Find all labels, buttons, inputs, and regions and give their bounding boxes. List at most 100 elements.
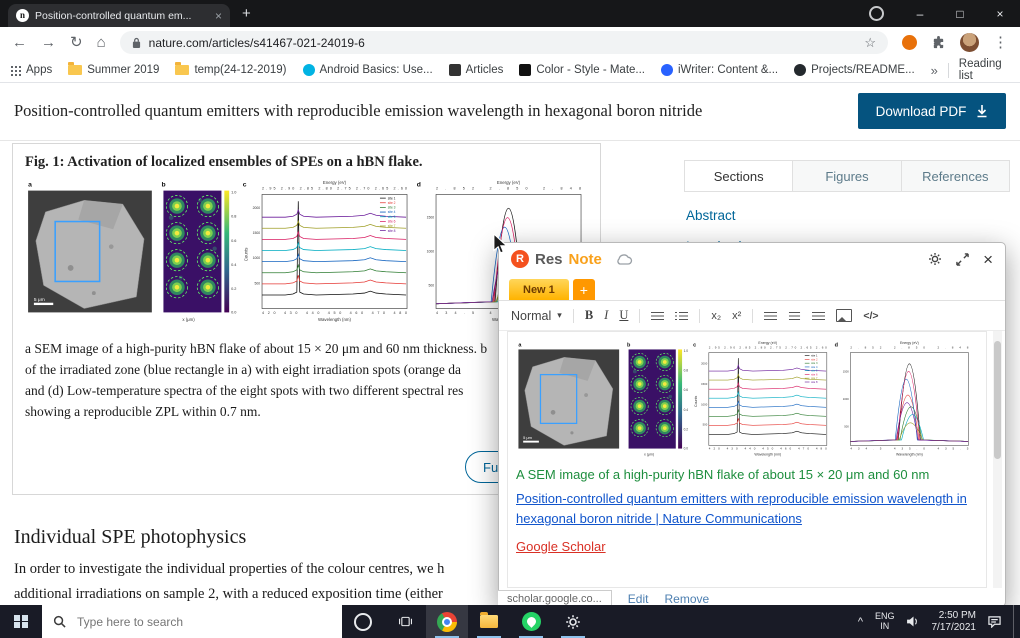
- sidebar-link-abstract[interactable]: Abstract: [686, 208, 1010, 223]
- close-icon[interactable]: ×: [983, 251, 993, 268]
- download-pdf-button[interactable]: Download PDF: [858, 93, 1006, 129]
- tab-title: Position-controlled quantum em...: [35, 9, 192, 22]
- start-button[interactable]: [0, 605, 42, 638]
- align-right-button[interactable]: [812, 311, 826, 321]
- language-indicator[interactable]: ENG IN: [875, 611, 895, 631]
- google-scholar-link[interactable]: Google Scholar: [516, 539, 606, 554]
- scrollbar-thumb[interactable]: [994, 341, 1001, 459]
- bold-button[interactable]: B: [585, 308, 593, 323]
- address-bar[interactable]: nature.com/articles/s41467-021-24019-6 ☆: [119, 31, 888, 54]
- tab-figures[interactable]: Figures: [792, 161, 901, 191]
- taskbar-search[interactable]: [42, 605, 342, 638]
- article-link[interactable]: Position-controlled quantum emitters wit…: [516, 489, 968, 529]
- resnote-header[interactable]: R Res Note ×: [499, 243, 1005, 275]
- bookmark-folder[interactable]: temp(24-12-2019): [175, 62, 287, 76]
- resnote-brand: Res: [535, 250, 563, 268]
- align-center-button[interactable]: [789, 311, 801, 321]
- file-explorer-icon: [480, 612, 498, 628]
- window-close-button[interactable]: ×: [980, 0, 1020, 27]
- superscript-button[interactable]: x²: [732, 310, 741, 322]
- resnote-logo-icon: R: [511, 250, 529, 268]
- note-text[interactable]: A SEM image of a high-purity hBN flake o…: [516, 467, 978, 482]
- reading-list-button[interactable]: Reading list: [959, 58, 1010, 82]
- color-style-favicon: [519, 64, 532, 76]
- taskbar-settings-button[interactable]: [552, 605, 594, 638]
- refresh-icon[interactable]: ↻: [70, 35, 83, 50]
- home-icon[interactable]: ⌂: [97, 35, 106, 50]
- apps-grid-icon: [10, 64, 21, 76]
- bookmarks-overflow-icon[interactable]: »: [931, 63, 938, 78]
- tab-close-icon[interactable]: ×: [215, 10, 222, 22]
- window-minimize-button[interactable]: –: [900, 0, 940, 27]
- task-view-icon: [398, 616, 412, 627]
- chrome-icon: [437, 611, 457, 632]
- profile-avatar[interactable]: [960, 33, 979, 52]
- subscript-button[interactable]: x₂: [711, 310, 721, 322]
- taskbar-file-explorer-button[interactable]: [468, 605, 510, 638]
- italic-button[interactable]: I: [604, 308, 608, 323]
- taskbar-whatsapp-button[interactable]: [510, 605, 552, 638]
- iwriter-favicon: [661, 64, 673, 76]
- note-tab[interactable]: New 1: [509, 279, 569, 300]
- search-input[interactable]: [75, 613, 331, 630]
- bookmark-item[interactable]: Color - Style - Mate...: [519, 64, 645, 76]
- browser-toolbar: ← → ↻ ⌂ nature.com/articles/s41467-021-2…: [0, 27, 1020, 58]
- bookmark-apps[interactable]: Apps: [10, 64, 52, 76]
- scrollbar[interactable]: [993, 331, 1002, 588]
- tab-references[interactable]: References: [900, 161, 1009, 191]
- search-icon: [53, 615, 66, 628]
- chevron-down-icon: ▾: [557, 310, 562, 320]
- resnote-tab-bar: New 1 +: [499, 275, 1005, 301]
- speaker-icon[interactable]: [906, 616, 920, 627]
- window-maximize-button[interactable]: □: [940, 0, 980, 27]
- back-icon[interactable]: ←: [12, 35, 27, 50]
- underline-button[interactable]: U: [619, 308, 628, 323]
- folder-icon: [68, 62, 83, 75]
- articles-favicon: [448, 64, 461, 76]
- titlebar-circle-icon[interactable]: [869, 6, 884, 21]
- gear-icon[interactable]: [928, 252, 942, 266]
- taskbar-clock[interactable]: 2:50 PM 7/17/2021: [932, 610, 977, 633]
- bookmark-item[interactable]: iWriter: Content &...: [661, 64, 778, 76]
- bookmark-star-icon[interactable]: ☆: [864, 35, 876, 51]
- windows-taskbar: ^ ENGIN 2:50 PM7/17/2021: [0, 605, 1020, 638]
- bookmark-item[interactable]: Android Basics: Use...: [302, 64, 433, 76]
- divider: [639, 308, 641, 323]
- ordered-list-button[interactable]: [651, 311, 665, 321]
- code-button[interactable]: </>: [863, 310, 878, 322]
- pasted-figure-image[interactable]: [516, 340, 974, 458]
- forward-icon[interactable]: →: [41, 35, 56, 50]
- paragraph-style-select[interactable]: Normal ▾: [511, 309, 562, 323]
- align-left-button[interactable]: [764, 311, 778, 321]
- cortana-button[interactable]: [342, 605, 384, 638]
- remove-button[interactable]: Remove: [664, 592, 709, 606]
- insert-image-button[interactable]: [836, 309, 853, 322]
- extensions-puzzle-icon[interactable]: [931, 35, 946, 50]
- extension-icon[interactable]: [902, 35, 917, 50]
- screen: a 5 μm b: [0, 0, 1020, 638]
- new-tab-button[interactable]: +: [242, 5, 251, 22]
- bookmark-folder[interactable]: Summer 2019: [68, 62, 159, 76]
- menu-kebab-icon[interactable]: ⋮: [993, 35, 1008, 50]
- add-note-tab-button[interactable]: +: [572, 279, 595, 300]
- windows-logo-icon: [14, 614, 28, 629]
- bookmarks-bar: Apps Summer 2019 temp(24-12-2019) Androi…: [0, 58, 1020, 83]
- edit-button[interactable]: Edit: [628, 592, 649, 606]
- show-desktop-button[interactable]: [1013, 605, 1018, 638]
- tray-expand-icon[interactable]: ^: [858, 616, 863, 628]
- expand-icon[interactable]: [956, 252, 969, 266]
- bookmark-item[interactable]: Projects/README...: [794, 64, 915, 76]
- task-view-button[interactable]: [384, 605, 426, 638]
- taskbar-chrome-button[interactable]: [426, 605, 468, 638]
- note-editor-content[interactable]: A SEM image of a high-purity hBN flake o…: [507, 331, 987, 588]
- download-icon: [977, 105, 987, 118]
- bullet-list-button[interactable]: [675, 311, 689, 321]
- divider: [0, 140, 1020, 141]
- action-center-icon[interactable]: [988, 615, 1001, 628]
- bookmark-item[interactable]: Articles: [448, 64, 503, 76]
- udacity-favicon: [302, 64, 315, 76]
- tab-sections[interactable]: Sections: [685, 161, 793, 191]
- lock-icon: [132, 37, 140, 48]
- resnote-brand-accent: Note: [568, 250, 602, 268]
- browser-tab[interactable]: n Position-controlled quantum em... ×: [8, 4, 230, 27]
